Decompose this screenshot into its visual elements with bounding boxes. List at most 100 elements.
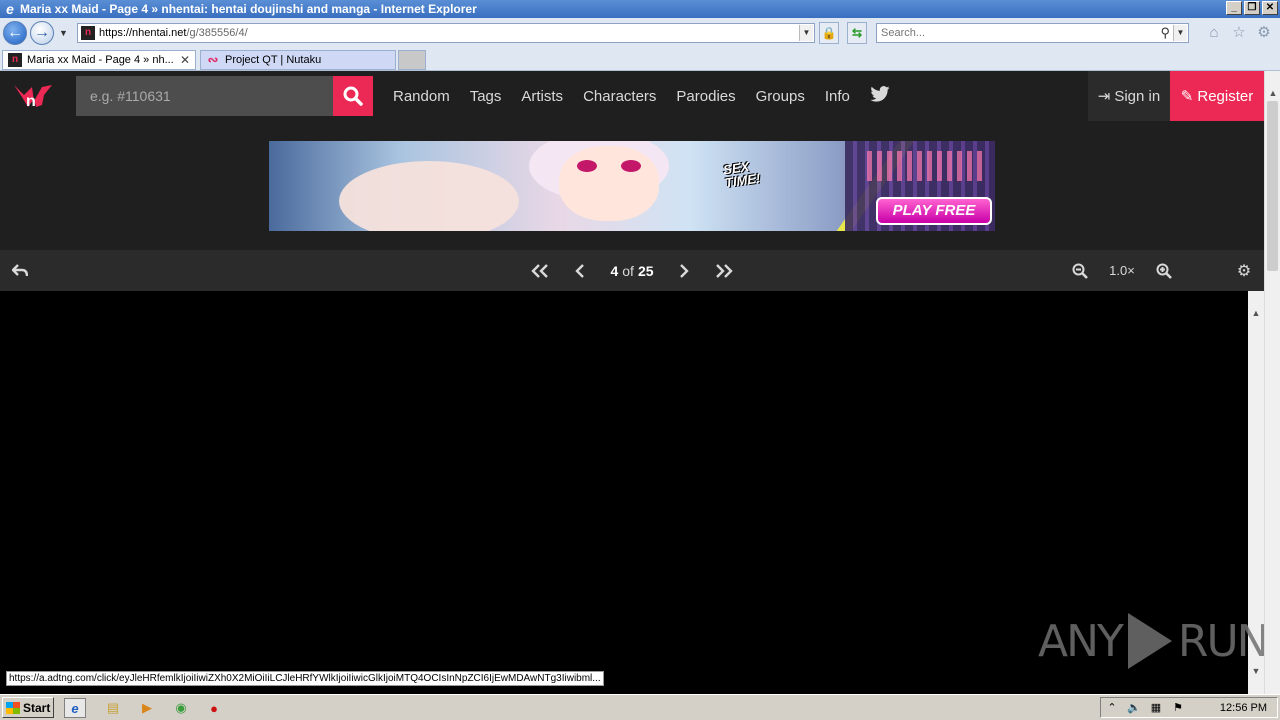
refresh-button[interactable]: ⇆ <box>847 22 867 44</box>
nutaku-favicon-icon: ∾ <box>207 52 219 67</box>
nhentai-logo[interactable]: n <box>12 81 54 111</box>
total-pages: 25 <box>637 262 654 279</box>
windows-logo-icon <box>6 701 20 714</box>
search-icon <box>343 86 363 106</box>
menu-parodies[interactable]: Parodies <box>666 88 745 105</box>
site-search <box>76 76 373 116</box>
twitter-icon[interactable] <box>860 85 900 107</box>
taskbar-explorer-icon[interactable]: ▤ <box>102 698 124 718</box>
back-to-gallery-button[interactable] <box>6 250 34 291</box>
sign-in-label: Sign in <box>1114 87 1161 105</box>
taskbar-chrome-icon[interactable]: ◉ <box>170 698 192 718</box>
zoom-in-button[interactable] <box>1152 250 1176 291</box>
ad-illustration-arm <box>339 161 519 231</box>
navigation-bar: ← → ▼ n https://nhentai.net/g/385556/4/ … <box>0 18 1280 48</box>
watermark-right-text: RUN <box>1177 615 1270 667</box>
scroll-up-icon[interactable]: ▲ <box>1265 85 1280 101</box>
action-center-flag-icon[interactable]: ⚑ <box>1167 701 1189 714</box>
window-title-bar: e Maria xx Maid - Page 4 » nhentai: hent… <box>0 0 1280 18</box>
recent-pages-dropdown-icon[interactable]: ▼ <box>59 28 68 38</box>
address-bar[interactable]: n https://nhentai.net/g/385556/4/ ▼ <box>77 23 815 43</box>
forward-button[interactable]: → <box>30 21 54 45</box>
start-button[interactable]: Start <box>2 697 54 718</box>
back-button[interactable]: ← <box>3 21 27 45</box>
zoom-out-icon <box>1072 263 1088 279</box>
current-page: 4 <box>610 262 619 279</box>
site-search-button[interactable] <box>333 76 373 116</box>
sign-in-icon: ⇥ <box>1097 88 1111 105</box>
menu-characters[interactable]: Characters <box>573 88 666 105</box>
new-tab-button[interactable] <box>398 50 426 70</box>
address-dropdown-icon[interactable]: ▼ <box>799 25 813 41</box>
browser-search-box[interactable]: ⚲ ▼ <box>876 23 1189 43</box>
previous-page-button[interactable] <box>568 250 592 291</box>
clock[interactable]: 12:56 PM <box>1220 702 1267 714</box>
site-navbar: n Random Tags Artists Characters Parodie… <box>0 71 1264 121</box>
close-tab-icon[interactable]: ✕ <box>178 53 192 67</box>
ad-city-windows <box>867 151 987 181</box>
page-counter: 4 of 25 <box>600 250 664 291</box>
reader-settings-button[interactable]: ⚙ <box>1232 250 1256 291</box>
page-scrollbar[interactable]: ▲ <box>1264 71 1280 694</box>
search-provider-dropdown-icon[interactable]: ▼ <box>1173 25 1187 41</box>
network-icon[interactable]: ▦ <box>1145 701 1167 714</box>
menu-groups[interactable]: Groups <box>746 88 815 105</box>
address-url[interactable]: https://nhentai.net/g/385556/4/ <box>99 27 248 39</box>
minimize-button[interactable]: _ <box>1226 1 1242 15</box>
play-free-button[interactable]: PLAY FREE <box>876 197 992 225</box>
start-label: Start <box>23 700 51 715</box>
ad-banner[interactable]: SEX TIME! PLAY FREE <box>269 141 995 231</box>
volume-icon[interactable]: 🔈 <box>1123 701 1145 714</box>
status-bar-url: https://a.adtng.com/click/eyJleHRfemlkIj… <box>6 671 604 686</box>
tab-label: Maria xx Maid - Page 4 » nh... <box>27 54 174 66</box>
favorites-star-icon[interactable]: ☆ <box>1230 24 1248 42</box>
first-page-button[interactable] <box>526 250 554 291</box>
search-icon[interactable]: ⚲ <box>1160 25 1170 41</box>
menu-artists[interactable]: Artists <box>511 88 573 105</box>
site-search-input[interactable] <box>76 76 333 116</box>
play-triangle-icon <box>1127 613 1172 669</box>
close-window-button[interactable]: ✕ <box>1262 1 1278 15</box>
tab-nutaku[interactable]: ∾ Project QT | Nutaku <box>200 50 396 70</box>
taskbar-opera-icon[interactable]: ● <box>203 698 225 718</box>
url-host: https://nhentai.net <box>99 27 187 39</box>
scrollbar-thumb[interactable] <box>1267 101 1278 271</box>
home-icon[interactable]: ⌂ <box>1205 24 1223 42</box>
internet-explorer-icon: e <box>6 1 14 17</box>
menu-random[interactable]: Random <box>383 88 460 105</box>
zoom-in-icon <box>1156 263 1172 279</box>
ad-tagline: SEX TIME! <box>722 159 761 190</box>
tab-bar: n Maria xx Maid - Page 4 » nh... ✕ ∾ Pro… <box>0 48 1280 71</box>
register-label: Register <box>1197 87 1254 105</box>
menu-tags[interactable]: Tags <box>460 88 512 105</box>
restore-button[interactable]: ❐ <box>1244 1 1260 15</box>
tray-expand-icon[interactable]: ⌃ <box>1101 701 1123 714</box>
page-of-label: of <box>622 262 634 279</box>
watermark-left-text: ANY <box>1038 615 1124 667</box>
register-button[interactable]: ✎ Register <box>1170 71 1264 121</box>
scroll-up-icon[interactable]: ▲ <box>1248 305 1264 321</box>
taskbar: Start e ▤ ▶ ◉ ● ⌃ 🔈 ▦ ⚑ 12:56 PM <box>0 694 1280 720</box>
reply-arrow-icon <box>12 263 28 276</box>
settings-gear-icon[interactable]: ⚙ <box>1255 24 1273 42</box>
menu-info[interactable]: Info <box>815 88 860 105</box>
edit-icon: ✎ <box>1180 88 1194 105</box>
forward-arrow-icon: → <box>34 24 50 41</box>
reader-toolbar: 4 of 25 1.0× ⚙ <box>0 250 1264 291</box>
tab-nhentai[interactable]: n Maria xx Maid - Page 4 » nh... ✕ <box>2 50 196 70</box>
zoom-out-button[interactable] <box>1068 250 1092 291</box>
taskbar-media-player-icon[interactable]: ▶ <box>136 698 158 718</box>
system-tray: ⌃ 🔈 ▦ ⚑ 12:56 PM <box>1100 697 1278 718</box>
url-path: /g/385556/4/ <box>186 27 248 39</box>
double-chevron-left-icon <box>531 263 548 278</box>
next-page-button[interactable] <box>672 250 696 291</box>
tab-label: Project QT | Nutaku <box>225 54 322 66</box>
security-lock-icon[interactable]: 🔒 <box>819 22 839 44</box>
browser-search-input[interactable] <box>877 24 1147 42</box>
taskbar-internet-explorer-icon[interactable]: e <box>64 698 86 718</box>
last-page-button[interactable] <box>710 250 738 291</box>
sign-in-button[interactable]: ⇥ Sign in <box>1088 71 1170 121</box>
site-menu: Random Tags Artists Characters Parodies … <box>383 71 900 121</box>
page-viewport: n Random Tags Artists Characters Parodie… <box>0 71 1280 694</box>
zoom-level: 1.0× <box>1109 263 1135 278</box>
